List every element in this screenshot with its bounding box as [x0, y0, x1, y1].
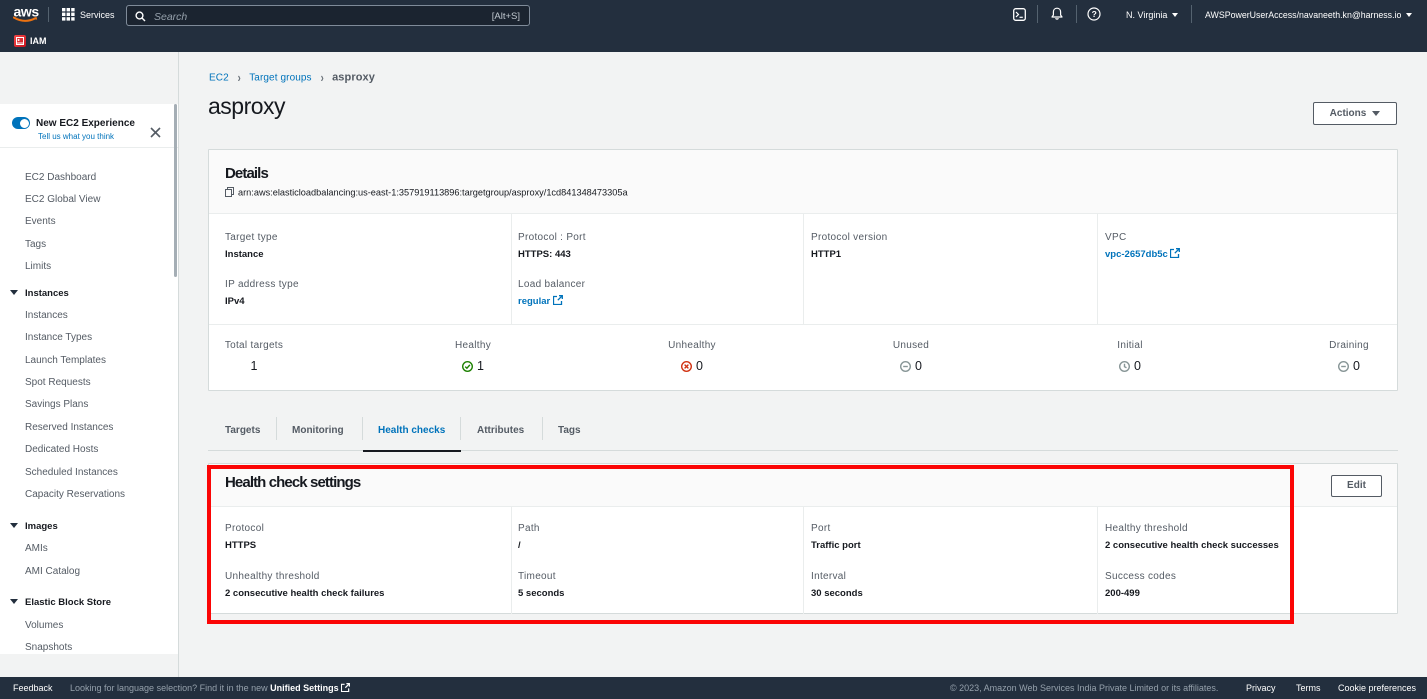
- svg-text:?: ?: [1092, 9, 1097, 19]
